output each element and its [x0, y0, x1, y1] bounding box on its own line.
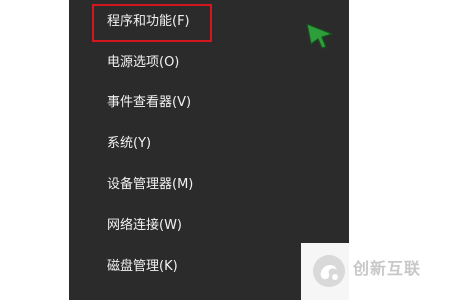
logo-icon — [313, 255, 345, 287]
menu-item-label: 设备管理器(M) — [107, 177, 194, 192]
menu-item-label: 事件查看器(V) — [107, 95, 192, 110]
menu-item-label: 电源选项(O) — [107, 55, 180, 70]
menu-item-network-connections[interactable]: 网络连接(W) — [69, 208, 349, 244]
menu-item-label: 磁盘管理(K) — [107, 259, 178, 274]
screen: 程序和功能(F) 电源选项(O) 事件查看器(V) 系统(Y) 设备管理器(M)… — [0, 0, 450, 300]
menu-item-label: 程序和功能(F) — [107, 14, 190, 29]
green-arrow-cursor-icon — [306, 23, 334, 49]
menu-item-label: 系统(Y) — [107, 136, 152, 151]
menu-item-label: 网络连接(W) — [107, 218, 182, 233]
watermark-text: 创新互联 — [353, 259, 422, 278]
menu-item-system[interactable]: 系统(Y) — [69, 126, 349, 162]
menu-item-event-viewer[interactable]: 事件查看器(V) — [69, 85, 349, 121]
watermark: 创新互联 — [301, 243, 450, 300]
menu-item-device-manager[interactable]: 设备管理器(M) — [69, 167, 349, 203]
